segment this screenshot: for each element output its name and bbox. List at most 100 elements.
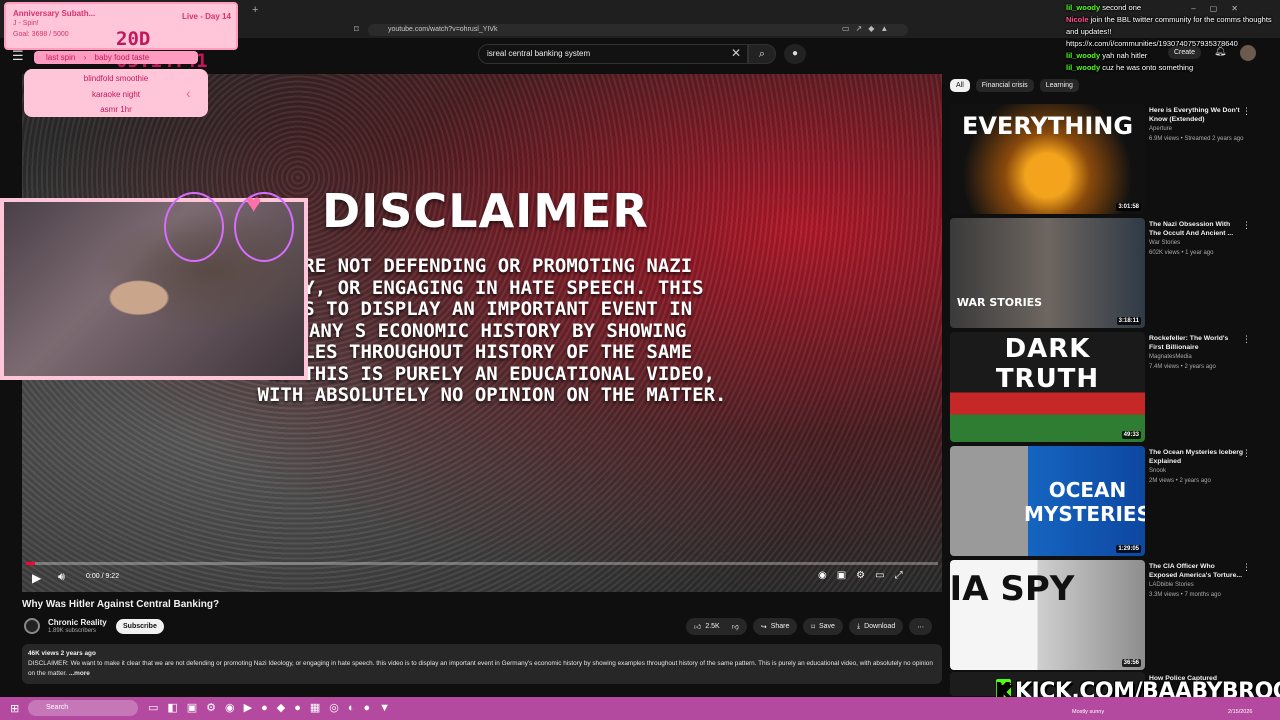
time-display: 0:00 / 9:22: [86, 573, 120, 580]
chat-overlay: lil_woody second one Nicole join the BBL…: [1066, 2, 1278, 74]
overlay-line: N. THIS IS PURELY AN EDUCATIONAL VIDEO,: [268, 362, 716, 385]
more-actions-button[interactable]: ⋯: [909, 618, 933, 635]
more-icon[interactable]: ⋮: [1242, 106, 1251, 117]
video-overlay-text: ARE NOT DEFENDING OR PROMOTING NAZI OGY,…: [252, 255, 732, 407]
player-right-controls[interactable]: ◉▣⚙▭⤢: [818, 570, 913, 581]
chip-learning[interactable]: Learning: [1039, 79, 1079, 92]
play-icon[interactable]: ▶: [32, 571, 41, 585]
taskbar-search[interactable]: Search: [28, 700, 138, 716]
rec-title[interactable]: The CIA Officer Who Exposed America's To…: [1149, 562, 1244, 580]
chat-message: Nicole join the BBL twitter community fo…: [1066, 15, 1272, 48]
thumbnail[interactable]: DARK TRUTH 49:33: [950, 332, 1145, 442]
rec-meta: 6.9M views • Streamed 2 years ago: [1149, 136, 1244, 142]
spin-option: blindfold smoothie: [83, 74, 149, 83]
url-bar[interactable]: youtube.com/watch?v=ohrusl_YIVk: [368, 24, 908, 36]
extension-icons[interactable]: ▭↗◆▲: [842, 24, 894, 33]
chevron-right-icon: ›: [83, 53, 87, 62]
rec-channel[interactable]: War Stories: [1149, 240, 1180, 246]
subscribe-button[interactable]: Subscribe: [116, 619, 164, 634]
thumbnail[interactable]: EVERYTHING 3:01:58: [950, 104, 1145, 214]
download-icon: ⤓: [856, 622, 861, 630]
voice-search-button[interactable]: ●: [784, 44, 806, 64]
spin-last-label: last spin: [46, 53, 76, 62]
thumbnail[interactable]: OCEAN MYSTERIES 1:29:05: [950, 446, 1145, 556]
more-icon[interactable]: ⋮: [1242, 562, 1251, 573]
search-button[interactable]: ⌕: [748, 44, 776, 64]
more-icon[interactable]: ⋮: [1242, 334, 1251, 345]
like-button[interactable]: 👍︎ 2.5K 👎︎: [686, 618, 747, 635]
thumbnail[interactable]: CIA SPY 36:56: [950, 560, 1145, 670]
spin-option: karaoke night: [91, 89, 141, 99]
search-icon: ⌕: [758, 48, 766, 60]
thumbs-down-icon[interactable]: 👎︎: [732, 622, 739, 631]
rec-meta: 2M views • 2 years ago: [1149, 478, 1211, 484]
more-icon[interactable]: ⋮: [1242, 220, 1251, 231]
menu-icon[interactable]: ☰: [12, 48, 24, 64]
spin-status-bar: last spin › baby food taste: [34, 51, 198, 64]
chip-all[interactable]: All: [950, 79, 970, 92]
overlay-line: OGY, OR ENGAGING IN HATE SPEECH. THIS: [280, 276, 704, 299]
chat-message: lil_woody cuz he was onto something: [1066, 63, 1194, 72]
overlay-line: ARE NOT DEFENDING OR PROMOTING NAZI: [291, 255, 693, 277]
views-date: 46K views 2 years ago: [28, 650, 96, 657]
video-overlay-title: DISCLAIMER: [322, 184, 649, 238]
rec-channel[interactable]: LADbible Stories: [1149, 582, 1194, 588]
bookmark-icon[interactable]: ⌑: [354, 24, 359, 35]
rec-title[interactable]: Here is Everything We Don't Know (Extend…: [1149, 106, 1244, 124]
chat-message: lil_woody second one: [1066, 3, 1142, 12]
rec-title[interactable]: The Nazi Obsession With The Occult And A…: [1149, 220, 1244, 238]
mic-icon: ●: [791, 48, 799, 59]
spin-options-list: blindfold smoothie karaoke night asmr 1h…: [24, 69, 208, 117]
more-link[interactable]: ...more: [69, 670, 90, 677]
thumbs-up-icon: 👍︎: [694, 624, 702, 631]
rec-title[interactable]: Rockefeller: The World's First Billionai…: [1149, 334, 1244, 352]
recommendation-item[interactable]: EVERYTHING 3:01:58 Here is Everything We…: [950, 104, 1260, 214]
recommendation-item[interactable]: WAR STORIES 3:18:11 The Nazi Obsession W…: [950, 218, 1260, 328]
clear-search-icon[interactable]: ✕: [731, 46, 741, 60]
new-tab-button[interactable]: +: [252, 4, 258, 16]
rec-channel[interactable]: Aperture: [1149, 126, 1172, 132]
more-icon[interactable]: ⋮: [1242, 448, 1251, 459]
rec-title[interactable]: The Ocean Mysteries Iceberg Explained: [1149, 448, 1244, 466]
recommendation-item[interactable]: CIA SPY 36:56 The CIA Officer Who Expose…: [950, 560, 1260, 670]
search-input[interactable]: isreal central banking system: [478, 44, 748, 64]
overlay-line: MANY S ECONOMIC HISTORY BY SHOWING: [297, 319, 687, 342]
live-timer: 20D 05:14:41: [116, 28, 208, 72]
taskbar-app-icons[interactable]: ▭◧▣⚙◉▶●◆●▦◎◐●▼: [148, 701, 399, 714]
rec-channel[interactable]: MagnatesMedia: [1149, 354, 1192, 360]
channel-name[interactable]: Chronic Reality: [48, 618, 107, 627]
heart-icon: ♥: [246, 188, 262, 218]
recommendation-item[interactable]: OCEAN MYSTERIES 1:29:05 The Ocean Myster…: [950, 446, 1260, 556]
download-button[interactable]: ⤓ Download: [848, 618, 904, 635]
subathon-goal-widget: Anniversary Subath... J - Spin! Goal: 36…: [4, 2, 238, 72]
goal-title: Anniversary Subath...: [13, 9, 96, 18]
share-button[interactable]: ↪ Share: [752, 618, 798, 635]
video-title: Why Was Hitler Against Central Banking?: [22, 599, 220, 610]
clock-date: 2/15/2026: [1228, 709, 1253, 715]
subscriber-count: 1.89K subscribers: [48, 628, 97, 634]
neon-light: [164, 192, 224, 262]
volume-icon[interactable]: 🔊︎: [58, 571, 65, 584]
chevron-left-icon: ‹: [186, 85, 191, 101]
live-day: Live - Day 14: [182, 12, 231, 21]
spin-current: baby food taste: [94, 53, 150, 62]
save-button[interactable]: ⌑ Save: [803, 618, 843, 635]
progress-fill: [26, 562, 36, 565]
progress-bar[interactable]: [26, 562, 938, 565]
description-text: DISCLAIMER: We want to make it clear tha…: [28, 660, 933, 677]
share-icon: ↪: [760, 623, 767, 631]
rec-meta: 3.3M views • 7 months ago: [1149, 592, 1221, 598]
channel-avatar[interactable]: [24, 618, 40, 634]
windows-start-icon[interactable]: ⊞: [10, 702, 19, 715]
webcam-feed: [0, 192, 308, 380]
chip-financial-crisis[interactable]: Financial crisis: [975, 79, 1034, 92]
description-box[interactable]: 46K views 2 years ago DISCLAIMER: We wan…: [22, 644, 942, 684]
rec-meta: 7.4M views • 2 years ago: [1149, 364, 1216, 370]
video-actions: 👍︎ 2.5K 👎︎ ↪ Share ⌑ Save ⤓ Download ⋯: [686, 618, 933, 635]
thumbnail[interactable]: WAR STORIES 3:18:11: [950, 218, 1145, 328]
goal-subtitle: J - Spin!: [13, 20, 39, 27]
bookmark-icon: ⌑: [811, 623, 815, 631]
recommendation-item[interactable]: DARK TRUTH 49:33 Rockefeller: The World'…: [950, 332, 1260, 442]
rec-channel[interactable]: Snook: [1149, 468, 1166, 474]
neon-light: [234, 192, 294, 262]
